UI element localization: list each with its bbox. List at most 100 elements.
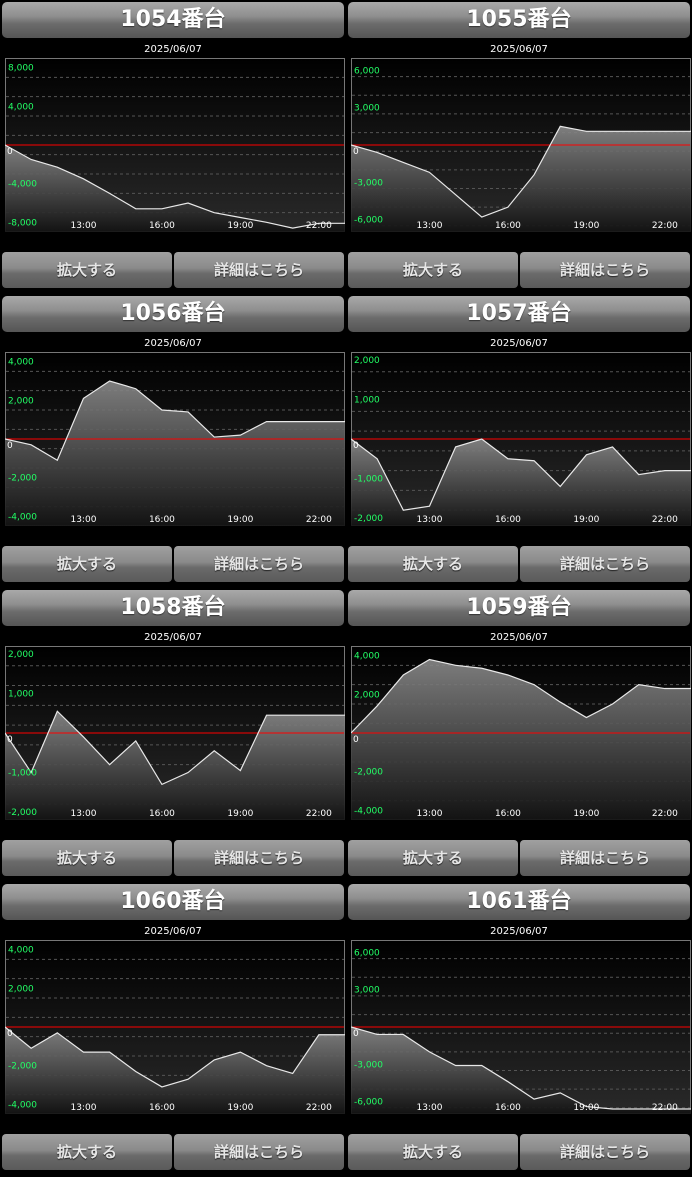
y-tick-label: -1,000 [8, 769, 37, 779]
payout-chart: 2,000 1,000 -1,000 -2,000 0 13:00 16:00 19:00 22… [351, 352, 691, 526]
y-tick-label: 2,000 [354, 356, 380, 366]
payout-chart: 4,000 2,000 -2,000 -4,000 0 13:00 16:00 19:00 22… [351, 646, 691, 820]
details-button[interactable]: 詳細はこちら [520, 546, 690, 582]
payout-chart: 6,000 3,000 -3,000 -6,000 0 13:00 16:00 19:00 22… [351, 58, 691, 232]
chart-date: 2025/06/07 [144, 338, 202, 349]
y-zero-label: 0 [353, 147, 359, 157]
machine-title[interactable]: 1056番台 [2, 296, 344, 332]
details-button[interactable]: 詳細はこちら [520, 1134, 690, 1170]
machine-title[interactable]: 1060番台 [2, 884, 344, 920]
x-tick-label: 13:00 [416, 809, 442, 819]
x-tick-label: 13:00 [70, 809, 96, 819]
x-tick-label: 13:00 [416, 515, 442, 525]
details-button[interactable]: 詳細はこちら [174, 252, 344, 288]
x-tick-label: 13:00 [70, 1103, 96, 1113]
details-button[interactable]: 詳細はこちら [174, 840, 344, 876]
x-tick-label: 22:00 [652, 515, 678, 525]
x-tick-label: 22:00 [652, 1103, 678, 1113]
y-zero-label: 0 [7, 735, 13, 745]
y-tick-label: -3,000 [354, 178, 383, 188]
y-tick-label: -4,000 [354, 806, 383, 816]
chart-date: 2025/06/07 [490, 926, 548, 937]
y-tick-label: 1,000 [8, 689, 34, 699]
x-tick-label: 19:00 [573, 221, 599, 231]
x-tick-label: 16:00 [495, 1103, 521, 1113]
y-tick-label: 3,000 [354, 986, 380, 996]
details-button[interactable]: 詳細はこちら [174, 546, 344, 582]
y-tick-label: 2,000 [8, 984, 34, 994]
y-tick-label: 1,000 [354, 395, 380, 405]
x-tick-label: 13:00 [70, 221, 96, 231]
y-tick-label: -2,000 [354, 768, 383, 778]
y-zero-label: 0 [353, 441, 359, 451]
zoom-button[interactable]: 拡大する [2, 252, 172, 288]
machine-title[interactable]: 1055番台 [348, 2, 690, 38]
x-tick-label: 22:00 [652, 221, 678, 231]
chart-date: 2025/06/07 [490, 632, 548, 643]
zoom-button[interactable]: 拡大する [348, 840, 518, 876]
y-tick-label: -4,000 [8, 512, 37, 522]
x-tick-label: 19:00 [573, 809, 599, 819]
x-tick-label: 19:00 [227, 809, 253, 819]
machine-title[interactable]: 1061番台 [348, 884, 690, 920]
machine-title[interactable]: 1054番台 [2, 2, 344, 38]
payout-chart: 8,000 4,000 -4,000 -8,000 0 13:00 16:00 19:00 22… [5, 58, 345, 232]
chart-date: 2025/06/07 [144, 44, 202, 55]
payout-chart: 6,000 3,000 -3,000 -6,000 0 13:00 16:00 19:00 22… [351, 940, 691, 1114]
x-tick-label: 16:00 [495, 809, 521, 819]
machine-title[interactable]: 1058番台 [2, 590, 344, 626]
y-zero-label: 0 [7, 441, 13, 451]
zoom-button[interactable]: 拡大する [2, 546, 172, 582]
machine-panel: 1056番台 2025/06/07 4,000 2,000 -2,000 -4,000 0 1… [2, 294, 345, 584]
payout-chart: 2,000 1,000 -1,000 -2,000 0 13:00 16:00 19:00 22… [5, 646, 345, 820]
y-tick-label: -2,000 [8, 808, 37, 818]
x-tick-label: 16:00 [149, 809, 175, 819]
y-tick-label: -3,000 [354, 1060, 383, 1070]
payout-chart: 4,000 2,000 -2,000 -4,000 0 13:00 16:00 19:00 22… [5, 940, 345, 1114]
details-button[interactable]: 詳細はこちら [520, 252, 690, 288]
x-tick-label: 22:00 [306, 1103, 332, 1113]
machine-panel: 1061番台 2025/06/07 6,000 3,000 -3,000 -6,000 0 1… [348, 882, 691, 1172]
x-tick-label: 22:00 [652, 809, 678, 819]
machine-panel: 1059番台 2025/06/07 4,000 2,000 -2,000 -4,000 0 1… [348, 588, 691, 878]
x-tick-label: 22:00 [306, 515, 332, 525]
zoom-button[interactable]: 拡大する [348, 252, 518, 288]
y-tick-label: 6,000 [354, 948, 380, 958]
chart-date: 2025/06/07 [144, 926, 202, 937]
zoom-button[interactable]: 拡大する [348, 1134, 518, 1170]
x-tick-label: 13:00 [416, 1103, 442, 1113]
machine-title[interactable]: 1059番台 [348, 590, 690, 626]
y-tick-label: -8,000 [8, 218, 37, 228]
y-tick-label: 8,000 [8, 64, 34, 74]
y-zero-label: 0 [353, 1029, 359, 1039]
x-tick-label: 16:00 [149, 515, 175, 525]
y-tick-label: 4,000 [8, 102, 34, 112]
zoom-button[interactable]: 拡大する [2, 840, 172, 876]
payout-chart: 4,000 2,000 -2,000 -4,000 0 13:00 16:00 19:00 22… [5, 352, 345, 526]
details-button[interactable]: 詳細はこちら [174, 1134, 344, 1170]
machine-grid: 1054番台 2025/06/07 8,000 4,000 -4,000 -8,000 0 1… [0, 0, 692, 1177]
y-tick-label: -2,000 [354, 514, 383, 524]
y-tick-label: -4,000 [8, 180, 37, 190]
zoom-button[interactable]: 拡大する [2, 1134, 172, 1170]
y-tick-label: -6,000 [354, 1098, 383, 1108]
machine-panel: 1057番台 2025/06/07 2,000 1,000 -1,000 -2,000 0 1… [348, 294, 691, 584]
x-tick-label: 19:00 [227, 221, 253, 231]
y-tick-label: 4,000 [354, 652, 380, 662]
y-tick-label: 3,000 [354, 104, 380, 114]
details-button[interactable]: 詳細はこちら [520, 840, 690, 876]
y-tick-label: 2,000 [8, 650, 34, 660]
machine-panel: 1055番台 2025/06/07 6,000 3,000 -3,000 -6,000 0 1… [348, 0, 691, 290]
y-tick-label: -2,000 [8, 1062, 37, 1072]
x-tick-label: 22:00 [306, 809, 332, 819]
y-tick-label: 4,000 [8, 358, 34, 368]
x-tick-label: 22:00 [306, 221, 332, 231]
machine-title[interactable]: 1057番台 [348, 296, 690, 332]
y-tick-label: -1,000 [354, 475, 383, 485]
y-zero-label: 0 [7, 1029, 13, 1039]
machine-panel: 1054番台 2025/06/07 8,000 4,000 -4,000 -8,000 0 1… [2, 0, 345, 290]
y-tick-label: -6,000 [354, 216, 383, 226]
zoom-button[interactable]: 拡大する [348, 546, 518, 582]
y-tick-label: 2,000 [354, 690, 380, 700]
x-tick-label: 16:00 [149, 1103, 175, 1113]
